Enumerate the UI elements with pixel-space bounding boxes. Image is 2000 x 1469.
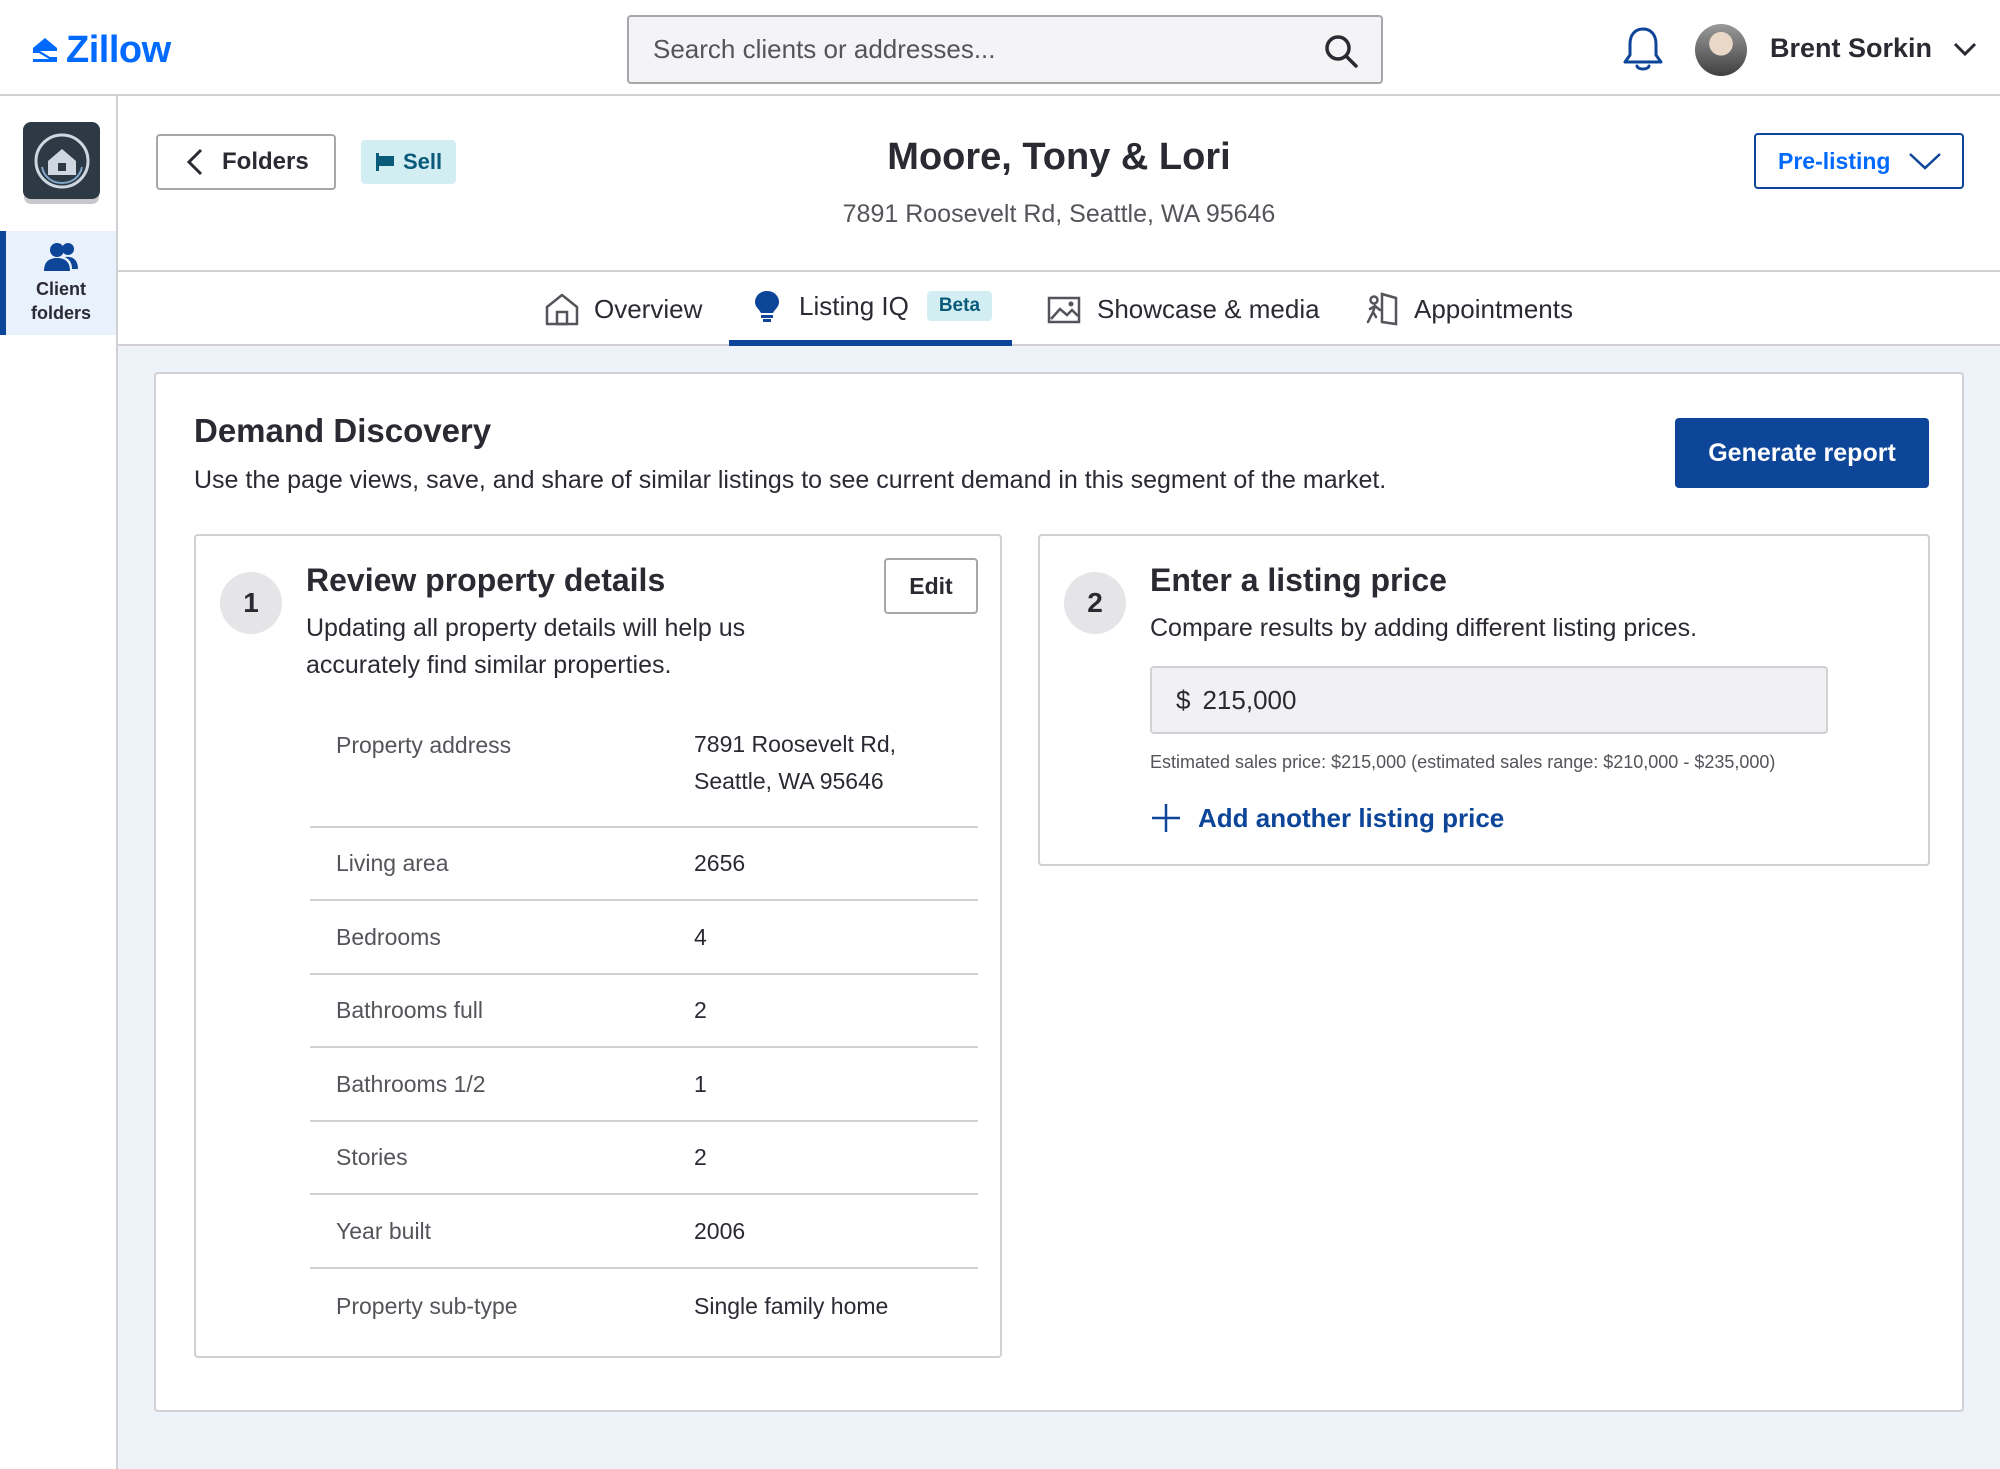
client-address: 7891 Roosevelt Rd, Seattle, WA 95646	[842, 200, 1276, 228]
user-name[interactable]: Brent Sorkin	[1770, 33, 1932, 64]
generate-report-button[interactable]: Generate report	[1675, 418, 1929, 488]
tab-appointments[interactable]: Appointments	[1364, 272, 1573, 346]
sidebar-item-label: Client folders	[30, 279, 91, 323]
table-row: Bathrooms full 2	[310, 975, 978, 1048]
back-button-label: Folders	[222, 148, 309, 175]
tab-showcase-media[interactable]: Showcase & media	[1047, 272, 1320, 346]
image-icon	[1047, 296, 1081, 324]
left-rail: Client folders	[0, 96, 118, 1469]
add-listing-price-label: Add another listing price	[1198, 802, 1505, 833]
table-row: Bedrooms 4	[310, 901, 978, 975]
detail-value: 2006	[694, 1217, 746, 1244]
listing-price-input[interactable]	[1202, 684, 1763, 716]
table-row: Property address 7891 Roosevelt Rd, Seat…	[310, 716, 978, 828]
detail-value: 2656	[694, 850, 746, 876]
table-row: Year built 2006	[310, 1195, 978, 1269]
panel-title: Demand Discovery	[194, 412, 492, 449]
estimate-note: Estimated sales price: $215,000 (estimat…	[1150, 752, 1776, 772]
stage-label: Pre-listing	[1778, 147, 1891, 174]
table-row: Bathrooms 1/2 1	[310, 1048, 978, 1122]
avatar[interactable]	[1695, 24, 1747, 76]
listing-price-field: $	[1150, 666, 1828, 734]
chevron-down-icon[interactable]	[1952, 38, 1978, 60]
card-description: Updating all property details will help …	[306, 614, 746, 679]
currency-symbol: $	[1176, 684, 1191, 715]
stage-dropdown[interactable]: Pre-listing	[1754, 133, 1964, 189]
search-icon[interactable]	[1323, 33, 1359, 69]
sign-icon	[376, 153, 394, 171]
house-crest-icon	[34, 133, 89, 188]
detail-value: 2	[694, 997, 707, 1023]
detail-value: 4	[694, 923, 707, 950]
detail-label: Bedrooms	[336, 923, 441, 950]
plus-icon	[1152, 804, 1180, 832]
people-icon	[44, 243, 78, 271]
detail-label: Property sub-type	[336, 1292, 518, 1319]
property-details-table: Property address 7891 Roosevelt Rd, Seat…	[310, 716, 978, 1343]
card-title: Review property details	[306, 562, 666, 598]
detail-value: 7891 Roosevelt Rd, Seattle, WA 95646	[694, 731, 897, 794]
card-title: Enter a listing price	[1150, 562, 1447, 598]
home-icon	[545, 293, 579, 326]
table-row: Property sub-type Single family home	[310, 1269, 978, 1343]
beta-badge: Beta	[926, 291, 993, 321]
edit-button[interactable]: Edit	[884, 558, 978, 614]
detail-label: Property address	[336, 732, 512, 758]
detail-label: Bathrooms 1/2	[336, 1070, 486, 1097]
back-to-folders-button[interactable]: Folders	[156, 134, 336, 190]
search-box	[627, 15, 1383, 84]
lightbulb-icon	[755, 291, 779, 322]
detail-label: Year built	[336, 1217, 432, 1244]
detail-label: Living area	[336, 850, 449, 876]
top-bar: Zillow Brent Sorkin	[0, 0, 2000, 96]
main-content: Demand Discovery Use the page views, sav…	[118, 346, 2000, 1469]
zillow-logo[interactable]: Zillow	[30, 28, 171, 71]
detail-label: Bathrooms full	[336, 997, 484, 1023]
bell-icon[interactable]	[1620, 25, 1666, 73]
detail-label: Stories	[336, 1144, 408, 1170]
table-row: Living area 2656	[310, 828, 978, 901]
sell-badge: Sell	[361, 140, 457, 184]
client-header: Folders Sell Moore, Tony & Lori 7891 Roo…	[118, 96, 2000, 272]
card-description: Compare results by adding different list…	[1150, 614, 1698, 642]
panel-description: Use the page views, save, and share of s…	[194, 466, 1387, 494]
door-walk-icon	[1366, 292, 1398, 326]
detail-value: Single family home	[694, 1292, 889, 1319]
tab-bar: Overview Listing IQ Beta Showcase & medi…	[118, 272, 2000, 346]
table-row: Stories 2	[310, 1122, 978, 1195]
tab-overview[interactable]: Overview	[544, 272, 702, 346]
tab-label: Overview	[594, 293, 703, 324]
chevron-left-icon	[186, 148, 203, 176]
detail-value: 2	[694, 1144, 707, 1170]
listing-price-card: 2 Enter a listing price Compare results …	[1038, 534, 1930, 866]
chevron-down-icon	[1909, 153, 1942, 170]
zillow-logo-icon	[33, 38, 57, 62]
demand-discovery-panel: Demand Discovery Use the page views, sav…	[154, 372, 1964, 1412]
add-listing-price-button[interactable]: Add another listing price	[1150, 802, 1504, 834]
review-property-card: 1 Review property details Updating all p…	[194, 534, 1002, 1358]
sidebar-item-client-folders[interactable]: Client folders	[0, 231, 116, 335]
tab-label: Listing IQ	[799, 290, 909, 321]
tab-label: Appointments	[1414, 293, 1573, 324]
detail-value: 1	[694, 1070, 707, 1097]
step-number: 1	[220, 572, 282, 634]
brokerage-logo[interactable]	[23, 122, 100, 199]
tab-label: Showcase & media	[1097, 293, 1320, 324]
step-number: 2	[1064, 572, 1126, 634]
search-input[interactable]	[629, 17, 1381, 82]
brand-name: Zillow	[66, 28, 171, 71]
sell-badge-label: Sell	[403, 149, 443, 174]
tab-listing-iq[interactable]: Listing IQ Beta	[729, 272, 1013, 346]
